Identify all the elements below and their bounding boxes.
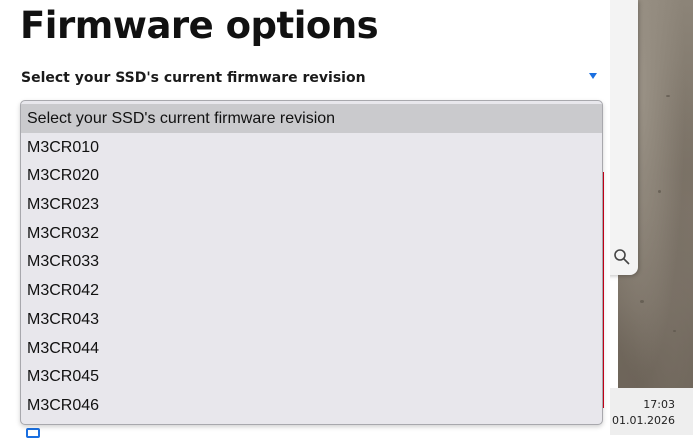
dropdown-option[interactable]: M3CR046	[21, 391, 602, 420]
firmware-select[interactable]: Select your SSD's current firmware revis…	[21, 70, 366, 86]
dropdown-option[interactable]: M3CR010	[21, 133, 602, 162]
dropdown-option[interactable]: M3CR043	[21, 305, 602, 334]
dropdown-option[interactable]: M3CR042	[21, 276, 602, 305]
dropdown-option-placeholder[interactable]: Select your SSD's current firmware revis…	[21, 104, 602, 133]
clock-date: 01.01.2026	[612, 414, 675, 427]
clock-time: 17:03	[643, 398, 675, 411]
chevron-down-icon[interactable]	[589, 73, 597, 79]
dropdown-option[interactable]: M3CR045	[21, 362, 602, 391]
dropdown-option[interactable]: M3CR020	[21, 161, 602, 190]
page-title: Firmware options	[20, 4, 379, 47]
checkbox[interactable]	[26, 428, 40, 438]
dropdown-option[interactable]: M3CR023	[21, 190, 602, 219]
dropdown-option[interactable]: M3CR044	[21, 334, 602, 363]
firmware-dropdown-list[interactable]: Select your SSD's current firmware revis…	[20, 100, 603, 425]
dropdown-option[interactable]: M3CR032	[21, 219, 602, 248]
taskbar-clock[interactable]: 17:03 01.01.2026	[610, 388, 693, 435]
dropdown-option[interactable]: M3CR033	[21, 247, 602, 276]
search-icon	[614, 249, 630, 265]
